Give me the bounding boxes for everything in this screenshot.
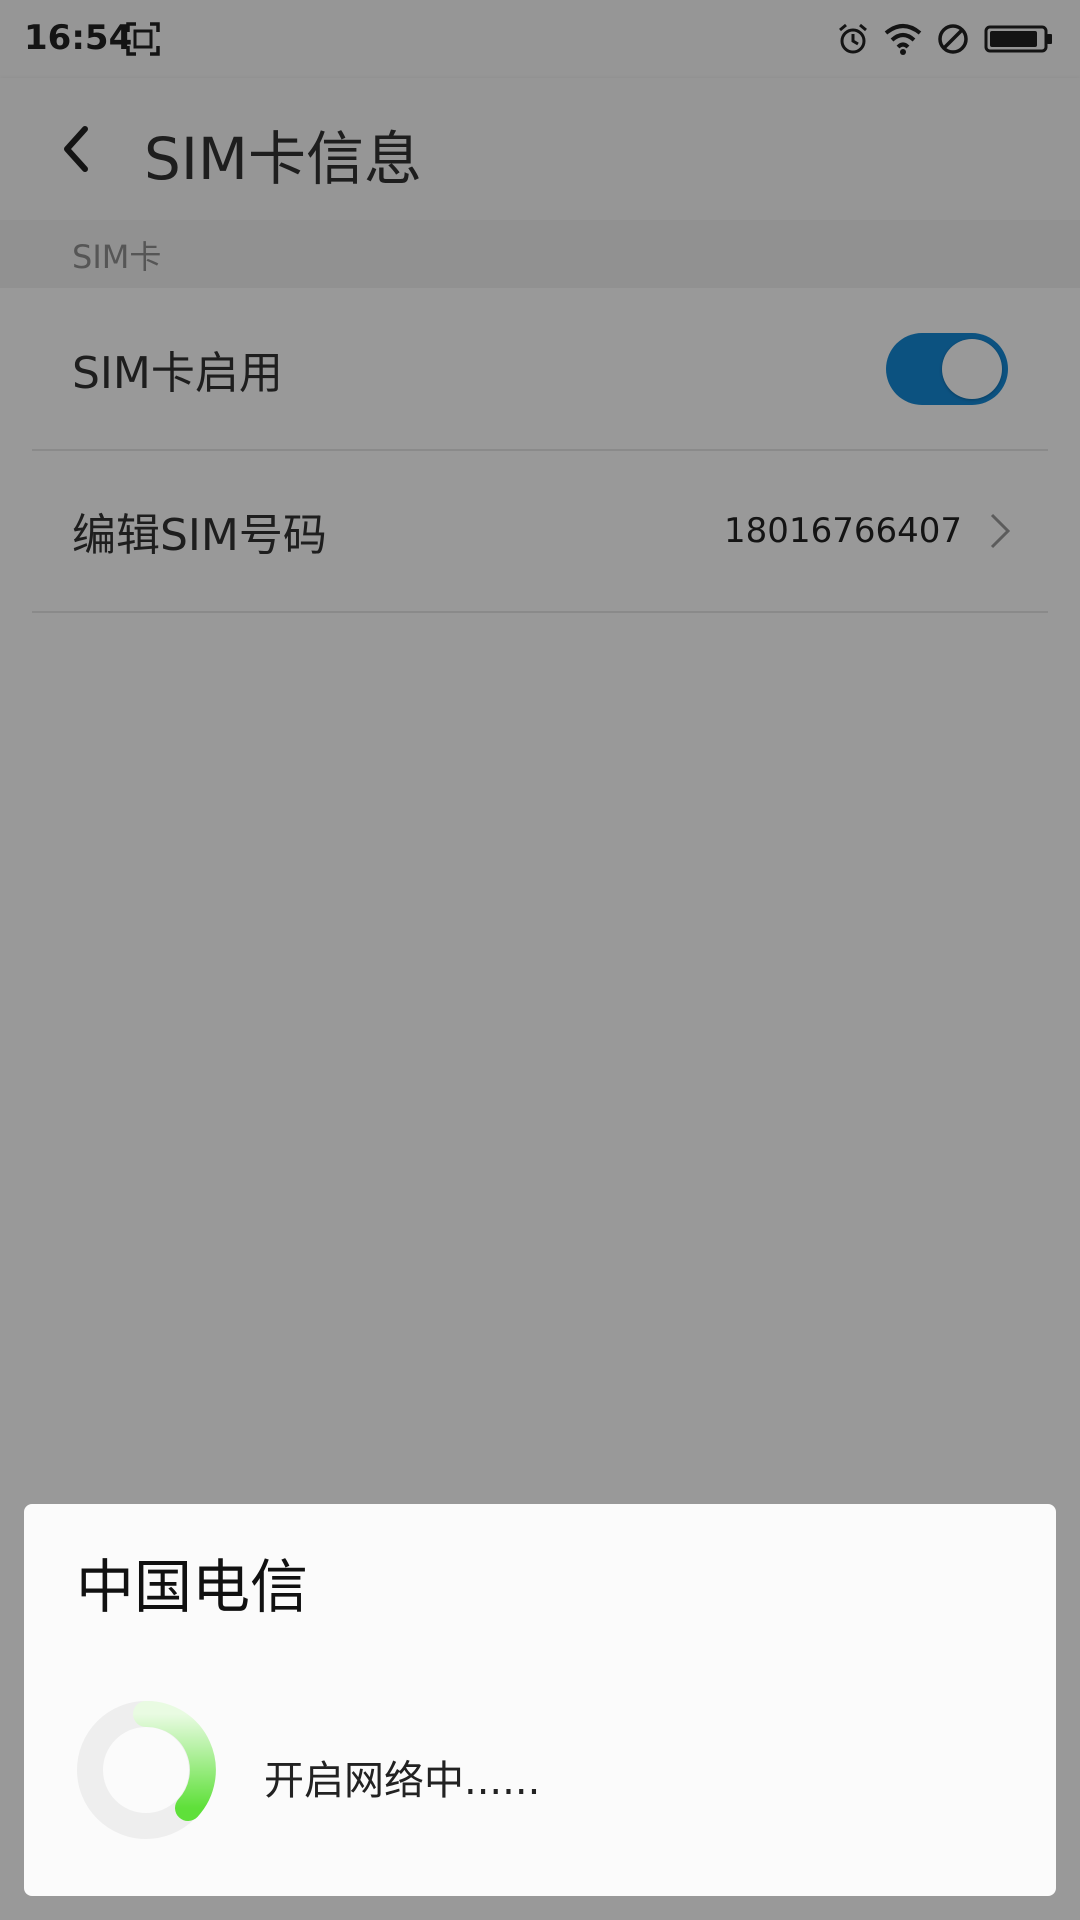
sim-info-screen: 16:54 SIM卡信息 SIM卡 SIM卡启用 编辑SIM号码 1801676…: [0, 0, 1080, 1920]
dialog-message: 开启网络中......: [264, 1758, 541, 1804]
loading-spinner-icon: [77, 1700, 216, 1839]
progress-dialog: 中国电信 开启网络中......: [24, 1504, 1056, 1896]
dialog-title: 中国电信: [76, 1553, 309, 1621]
